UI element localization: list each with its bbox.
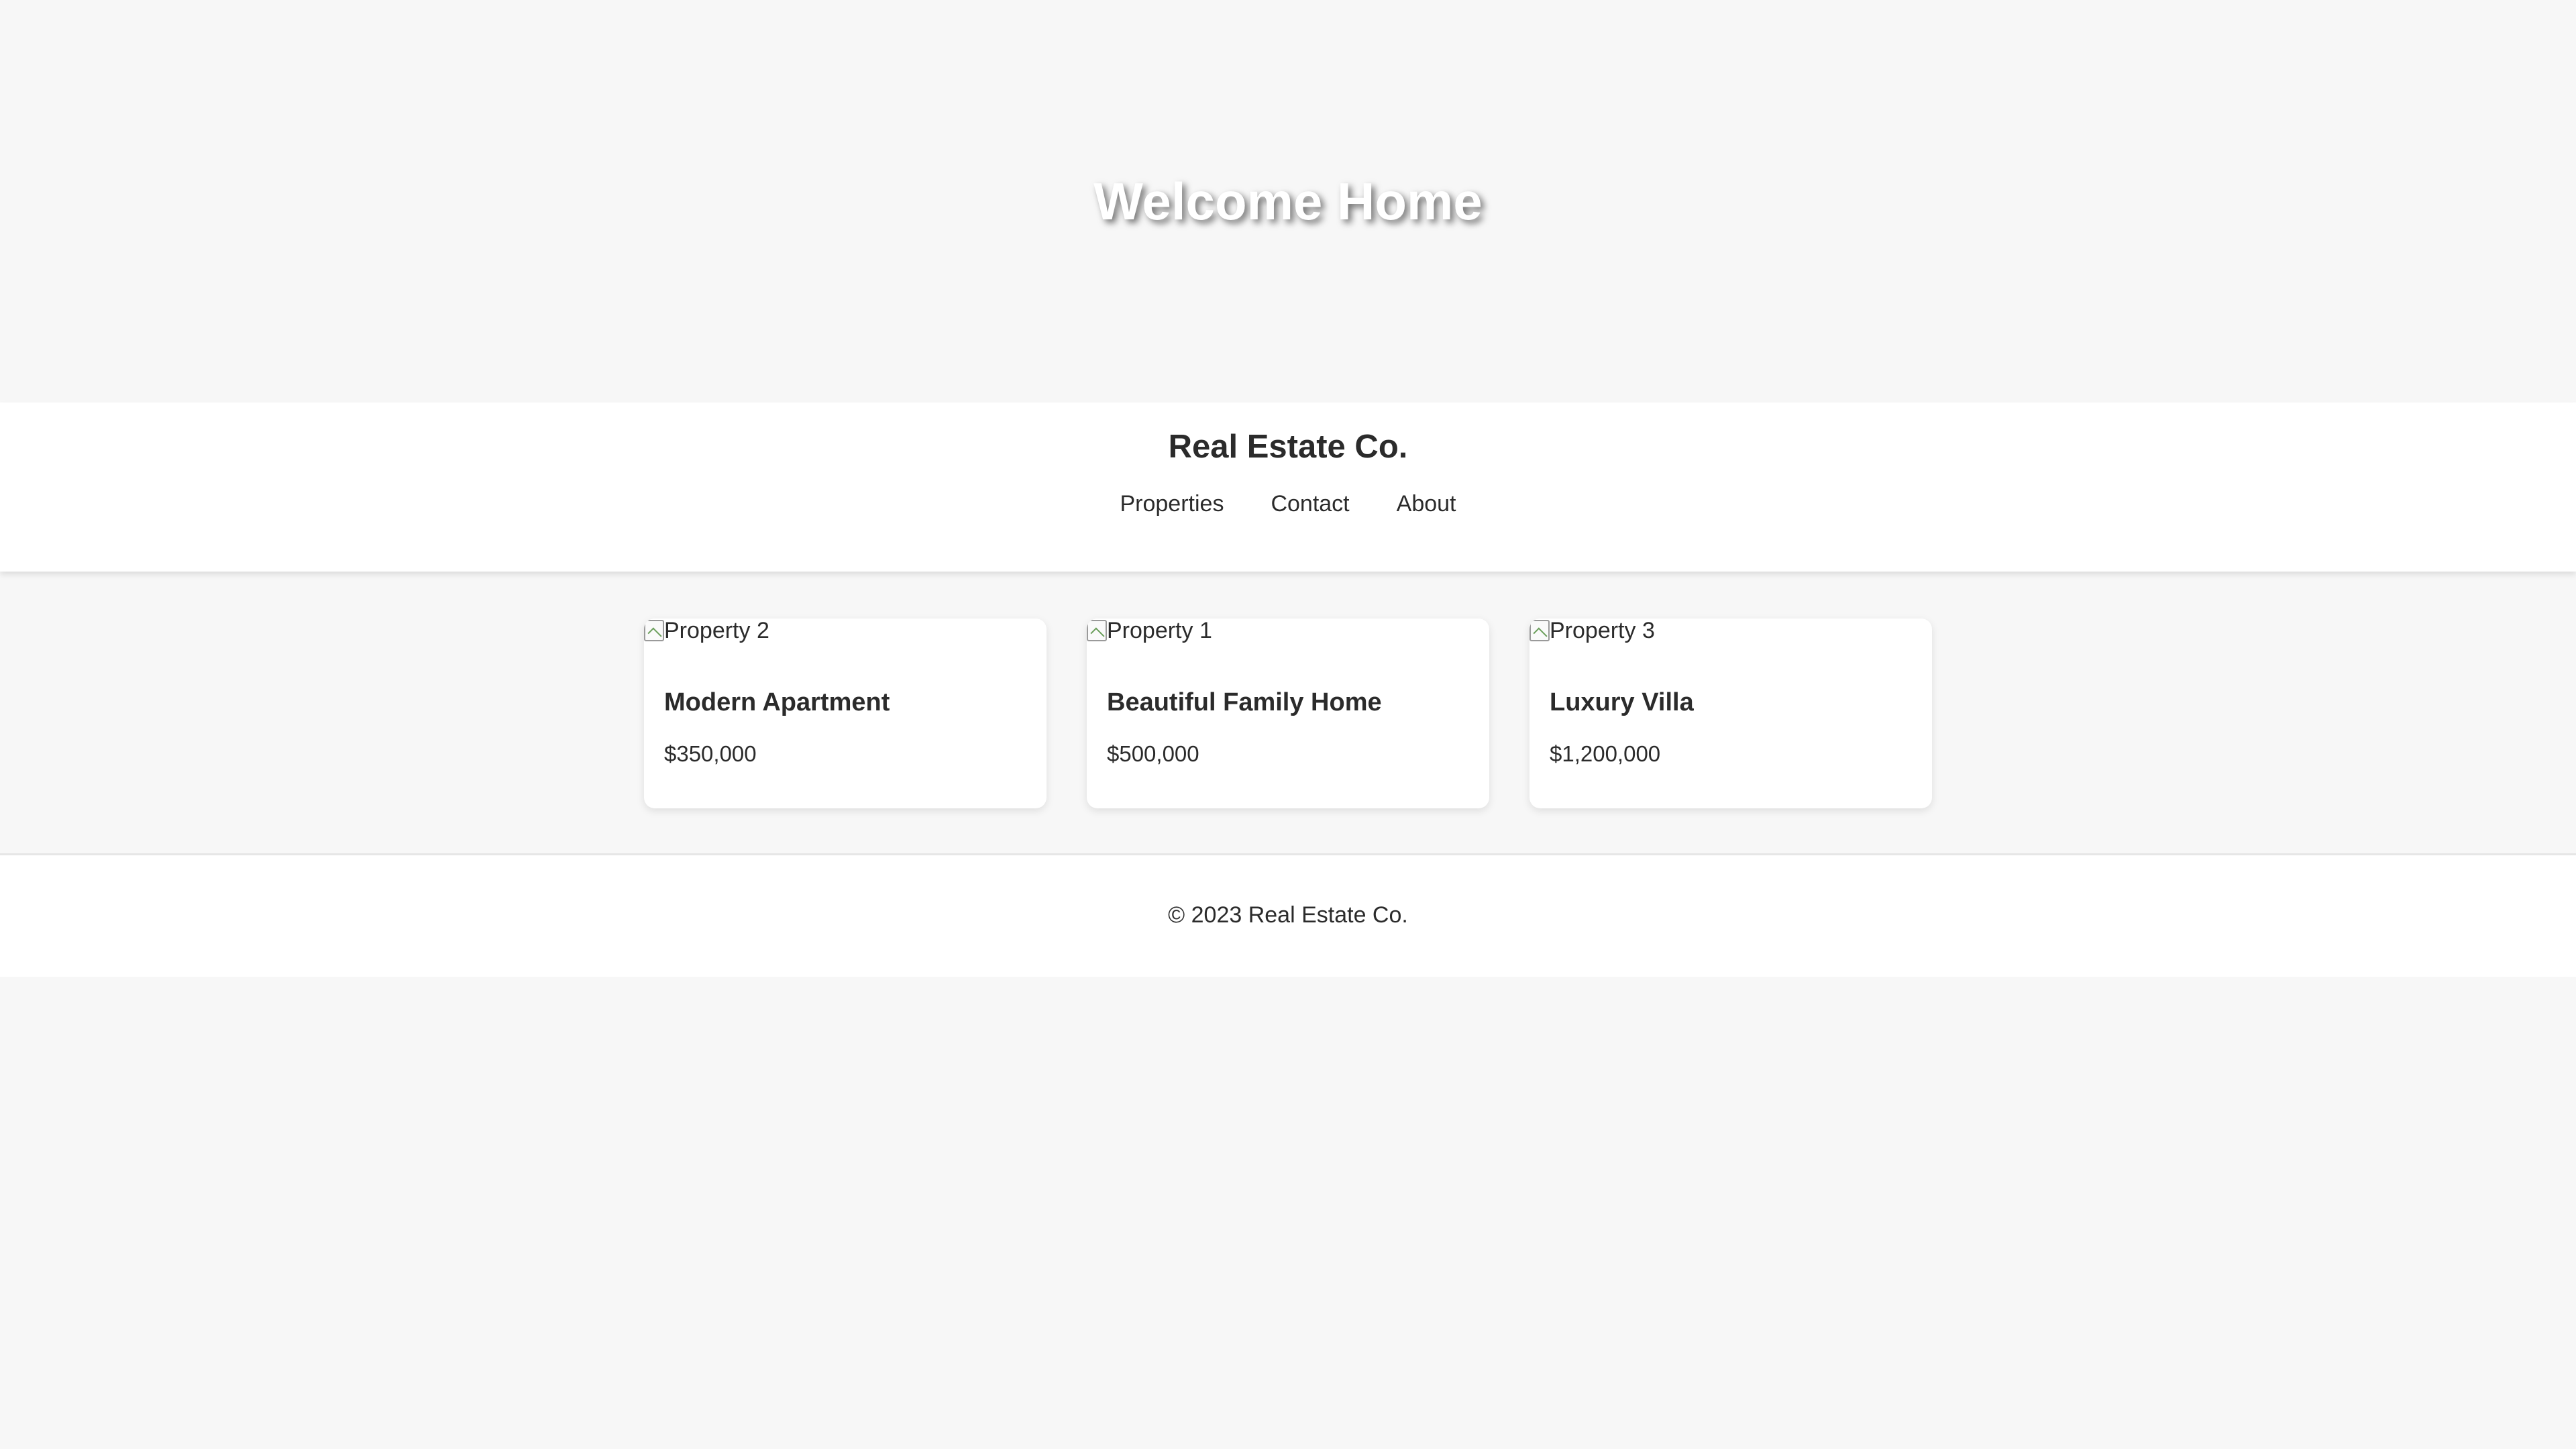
property-image-alt: Property 3	[1550, 619, 1655, 643]
property-image: Property 3	[1529, 619, 1932, 643]
broken-image-icon	[1087, 620, 1107, 641]
property-image: Property 1	[1087, 619, 1489, 643]
property-image-alt: Property 2	[664, 619, 769, 643]
footer-copyright: © 2023 Real Estate Co.	[1168, 902, 1408, 928]
nav-link-about[interactable]: About	[1397, 487, 1456, 521]
property-price: $1,200,000	[1550, 741, 1661, 766]
nav-link-contact[interactable]: Contact	[1271, 487, 1349, 521]
property-image-alt: Property 1	[1107, 619, 1212, 643]
hero-banner: Welcome Home	[0, 0, 2576, 402]
property-image: Property 2	[644, 619, 1046, 643]
property-price: $500,000	[1107, 741, 1199, 766]
property-card[interactable]: Property 1 Beautiful Family Home $500,00…	[1087, 619, 1489, 808]
property-title: Luxury Villa	[1550, 688, 1694, 716]
property-card[interactable]: Property 2 Modern Apartment $350,000	[644, 619, 1046, 808]
main-nav: Properties Contact About	[0, 487, 2576, 521]
property-price: $350,000	[664, 741, 757, 766]
property-card[interactable]: Property 3 Luxury Villa $1,200,000	[1529, 619, 1932, 808]
site-header: Real Estate Co. Properties Contact About	[0, 402, 2576, 572]
hero-title: Welcome Home	[1093, 172, 1483, 231]
property-list: Property 2 Modern Apartment $350,000 Pro…	[0, 619, 2576, 808]
property-title: Modern Apartment	[664, 688, 890, 716]
site-footer: © 2023 Real Estate Co.	[0, 853, 2576, 977]
brand-logo-text[interactable]: Real Estate Co.	[0, 427, 2576, 467]
nav-link-properties[interactable]: Properties	[1120, 487, 1224, 521]
broken-image-icon	[644, 620, 664, 641]
property-title: Beautiful Family Home	[1107, 688, 1382, 716]
broken-image-icon	[1529, 620, 1550, 641]
